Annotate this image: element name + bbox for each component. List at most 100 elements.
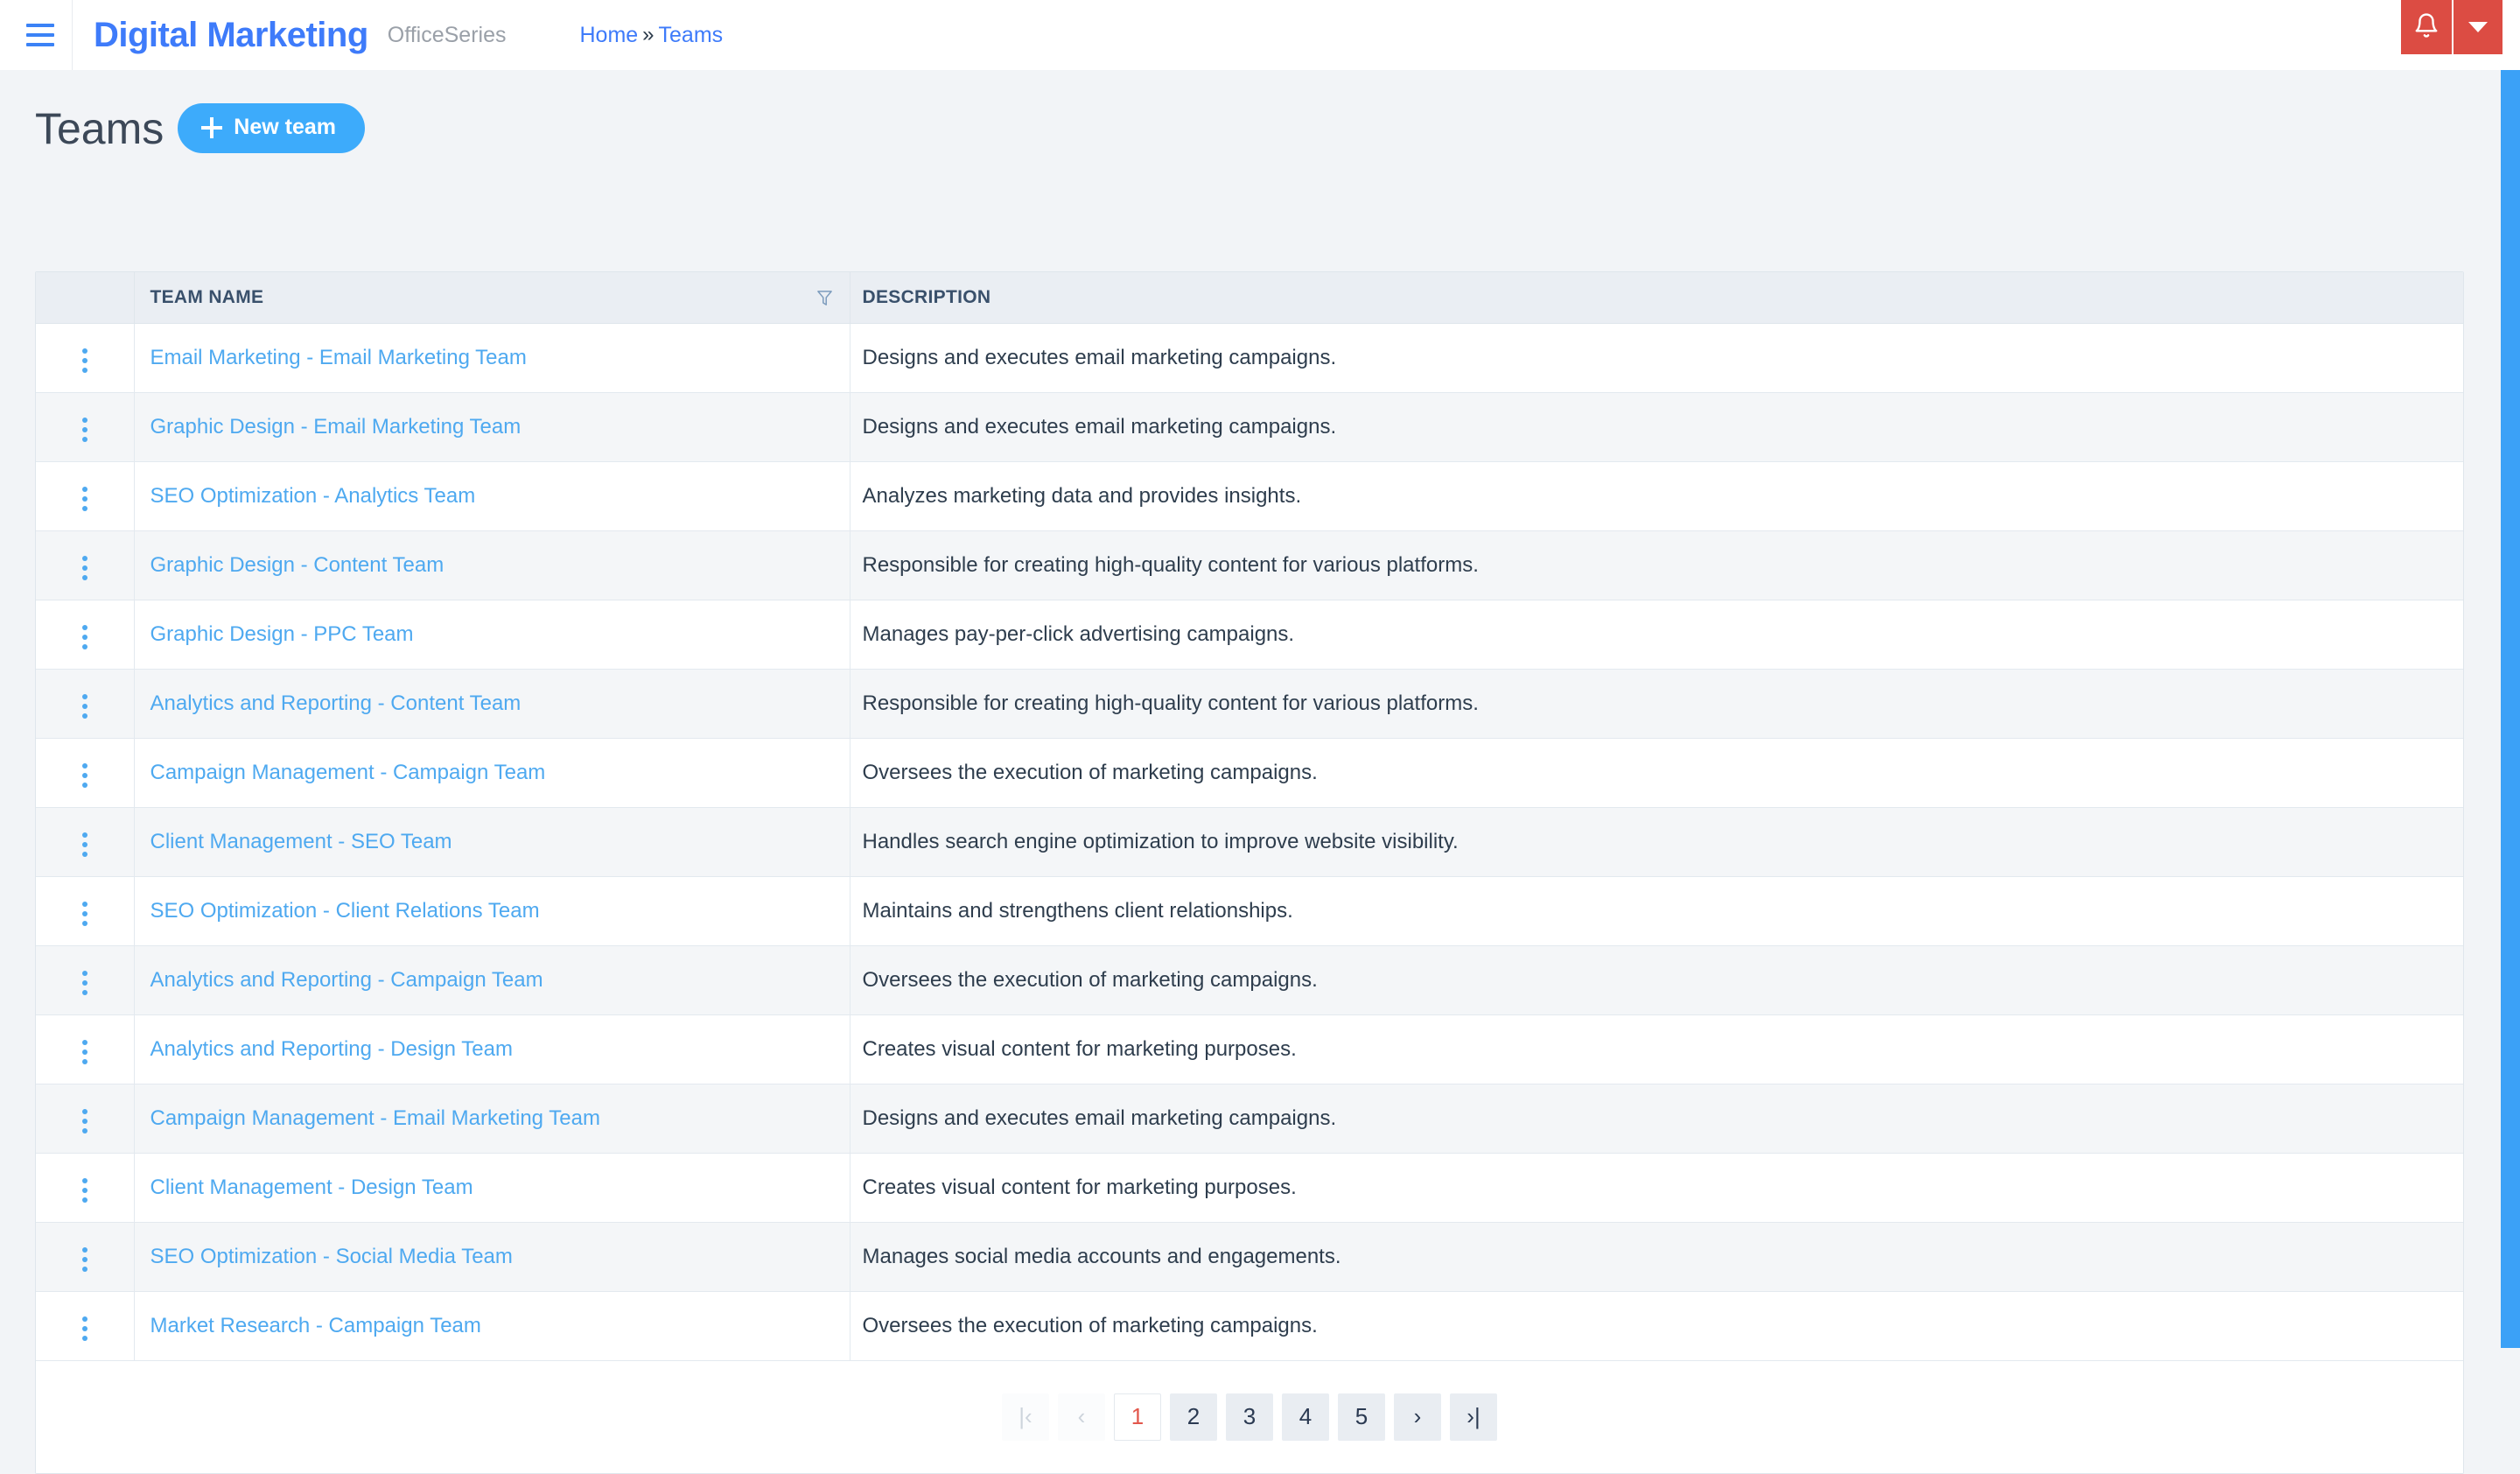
team-description-text: Oversees the execution of marketing camp… bbox=[862, 1313, 1318, 1337]
team-name-link[interactable]: Analytics and Reporting - Content Team bbox=[150, 691, 522, 715]
kebab-menu-icon[interactable] bbox=[68, 825, 102, 864]
notification-group bbox=[2401, 0, 2502, 54]
team-name-link[interactable]: Email Marketing - Email Marketing Team bbox=[150, 346, 527, 369]
kebab-menu-icon[interactable] bbox=[68, 1033, 102, 1071]
kebab-menu-icon[interactable] bbox=[68, 618, 102, 656]
vertical-scrollbar[interactable] bbox=[2494, 70, 2520, 1418]
pagination-page-label: 1 bbox=[1130, 1403, 1144, 1429]
pagination-prev-label: ‹ bbox=[1077, 1403, 1086, 1429]
notification-dropdown-button[interactable] bbox=[2452, 0, 2502, 54]
team-name-cell: Campaign Management - Campaign Team bbox=[134, 738, 850, 808]
column-header-team-name[interactable]: TEAM NAME bbox=[134, 272, 850, 324]
kebab-menu-icon[interactable] bbox=[68, 1309, 102, 1348]
hamburger-icon[interactable] bbox=[14, 0, 66, 70]
team-description-cell: Designs and executes email marketing cam… bbox=[850, 323, 2463, 393]
team-name-link[interactable]: Campaign Management - Email Marketing Te… bbox=[150, 1106, 600, 1130]
team-description-text: Creates visual content for marketing pur… bbox=[862, 1036, 1297, 1061]
vertical-scrollbar-thumb[interactable] bbox=[2501, 70, 2520, 1348]
kebab-menu-icon[interactable] bbox=[68, 964, 102, 1002]
plus-icon bbox=[201, 116, 223, 138]
pagination-page-label: 4 bbox=[1298, 1403, 1312, 1429]
pagination-page-4-button[interactable]: 4 bbox=[1282, 1393, 1329, 1441]
team-description-cell: Oversees the execution of marketing camp… bbox=[850, 945, 2463, 1015]
table-row: Analytics and Reporting - Campaign Team O… bbox=[36, 945, 2463, 1015]
kebab-menu-icon[interactable] bbox=[68, 480, 102, 518]
funnel-filter-icon[interactable] bbox=[816, 289, 832, 306]
team-description-cell: Manages social media accounts and engage… bbox=[850, 1222, 2463, 1292]
column-header-description[interactable]: DESCRIPTION bbox=[850, 272, 2463, 324]
team-name-cell: Analytics and Reporting - Content Team bbox=[134, 669, 850, 739]
table-row: Graphic Design - Email Marketing Team Des… bbox=[36, 392, 2463, 462]
header-divider bbox=[72, 0, 73, 70]
kebab-menu-icon[interactable] bbox=[68, 687, 102, 726]
team-description-cell: Creates visual content for marketing pur… bbox=[850, 1014, 2463, 1084]
table-row: Client Management - Design Team Creates v… bbox=[36, 1153, 2463, 1223]
pagination-page-5-button[interactable]: 5 bbox=[1338, 1393, 1385, 1441]
team-name-link[interactable]: Client Management - Design Team bbox=[150, 1176, 473, 1199]
table-row: Analytics and Reporting - Content Team Re… bbox=[36, 669, 2463, 739]
pagination-last-button[interactable]: ›| bbox=[1450, 1393, 1497, 1441]
team-description-cell: Responsible for creating high-quality co… bbox=[850, 530, 2463, 600]
pagination-prev-button[interactable]: ‹ bbox=[1058, 1393, 1105, 1441]
team-description-cell: Designs and executes email marketing cam… bbox=[850, 392, 2463, 462]
breadcrumb-home[interactable]: Home bbox=[579, 23, 638, 48]
team-name-link[interactable]: Analytics and Reporting - Campaign Team bbox=[150, 968, 543, 992]
kebab-menu-icon[interactable] bbox=[68, 895, 102, 933]
row-actions-cell bbox=[36, 1153, 135, 1223]
pagination-next-button[interactable]: › bbox=[1394, 1393, 1441, 1441]
team-description-cell: Handles search engine optimization to im… bbox=[850, 807, 2463, 877]
team-name-link[interactable]: Graphic Design - Content Team bbox=[150, 553, 444, 577]
team-description-text: Handles search engine optimization to im… bbox=[862, 829, 1459, 853]
team-name-link[interactable]: Market Research - Campaign Team bbox=[150, 1314, 481, 1337]
row-actions-cell bbox=[36, 392, 135, 462]
pagination-page-1-button[interactable]: 1 bbox=[1114, 1393, 1161, 1441]
bell-icon bbox=[2413, 11, 2440, 44]
column-header-description-label: DESCRIPTION bbox=[862, 286, 991, 307]
row-actions-cell bbox=[36, 738, 135, 808]
pagination-first-button[interactable]: |‹ bbox=[1002, 1393, 1049, 1441]
team-name-link[interactable]: SEO Optimization - Social Media Team bbox=[150, 1245, 513, 1268]
kebab-menu-icon[interactable] bbox=[68, 1102, 102, 1141]
team-name-cell: Graphic Design - Content Team bbox=[134, 530, 850, 600]
teams-table-card: TEAM NAME DESCRIPTION Email Marketing - … bbox=[35, 271, 2464, 1474]
hamburger-bar-3 bbox=[26, 43, 54, 46]
team-name-link[interactable]: Campaign Management - Campaign Team bbox=[150, 761, 546, 784]
team-description-cell: Responsible for creating high-quality co… bbox=[850, 669, 2463, 739]
pagination-page-list: 1 2 3 4 5 bbox=[1114, 1393, 1385, 1441]
team-description-text: Manages social media accounts and engage… bbox=[862, 1244, 1341, 1268]
table-row: Campaign Management - Campaign Team Overs… bbox=[36, 738, 2463, 808]
breadcrumb-current[interactable]: Teams bbox=[659, 23, 724, 48]
row-actions-cell bbox=[36, 1222, 135, 1292]
team-name-link[interactable]: SEO Optimization - Client Relations Team bbox=[150, 899, 540, 923]
header-actions bbox=[2401, 0, 2520, 70]
pagination-last-label: ›| bbox=[1466, 1403, 1480, 1429]
kebab-menu-icon[interactable] bbox=[68, 341, 102, 380]
row-actions-cell bbox=[36, 323, 135, 393]
kebab-menu-icon[interactable] bbox=[68, 411, 102, 449]
kebab-menu-icon[interactable] bbox=[68, 1171, 102, 1210]
chevron-down-icon bbox=[2468, 22, 2488, 32]
pagination-page-label: 5 bbox=[1354, 1403, 1368, 1429]
pagination-page-2-button[interactable]: 2 bbox=[1170, 1393, 1217, 1441]
team-name-cell: SEO Optimization - Client Relations Team bbox=[134, 876, 850, 946]
row-actions-cell bbox=[36, 461, 135, 531]
team-description-text: Designs and executes email marketing cam… bbox=[862, 414, 1337, 439]
kebab-menu-icon[interactable] bbox=[68, 1240, 102, 1279]
new-team-button-label: New team bbox=[234, 115, 336, 139]
team-name-link[interactable]: Graphic Design - PPC Team bbox=[150, 622, 414, 646]
team-description-text: Responsible for creating high-quality co… bbox=[862, 552, 1479, 577]
team-name-link[interactable]: SEO Optimization - Analytics Team bbox=[150, 484, 476, 508]
notification-button[interactable] bbox=[2401, 0, 2452, 54]
kebab-menu-icon[interactable] bbox=[68, 756, 102, 795]
team-name-link[interactable]: Graphic Design - Email Marketing Team bbox=[150, 415, 522, 439]
pagination-page-3-button[interactable]: 3 bbox=[1226, 1393, 1273, 1441]
kebab-menu-icon[interactable] bbox=[68, 549, 102, 587]
team-name-link[interactable]: Client Management - SEO Team bbox=[150, 830, 452, 853]
table-row: SEO Optimization - Client Relations Team… bbox=[36, 876, 2463, 946]
new-team-button[interactable]: New team bbox=[178, 103, 365, 153]
table-row: SEO Optimization - Analytics Team Analyze… bbox=[36, 461, 2463, 531]
pagination: |‹ ‹ 1 2 3 4 5 › ›| bbox=[36, 1360, 2463, 1473]
hamburger-bar-2 bbox=[26, 33, 54, 37]
team-name-link[interactable]: Analytics and Reporting - Design Team bbox=[150, 1037, 513, 1061]
row-actions-cell bbox=[36, 1084, 135, 1154]
